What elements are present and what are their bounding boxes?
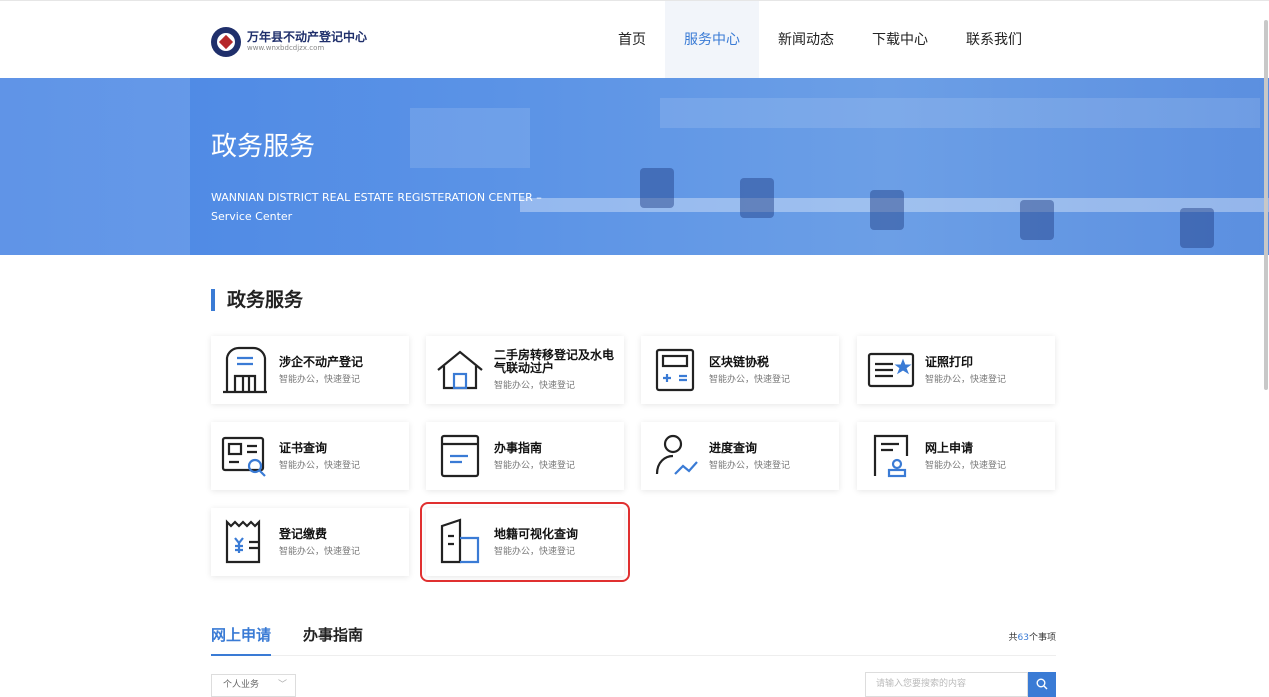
chevron-down-icon: ﹀ [277, 680, 287, 690]
progress-icon [649, 430, 701, 482]
card-desc: 智能办公，快速登记 [494, 460, 576, 471]
banner-chair-deco [1020, 200, 1054, 240]
guide-book-icon [434, 430, 486, 482]
payment-icon [219, 516, 271, 568]
logo-emblem-icon [211, 27, 241, 57]
card-desc: 智能办公，快速登记 [709, 374, 791, 385]
logo-url: www.wnxbdcdjzx.com [247, 44, 325, 52]
item-count: 共63个事项 [1009, 630, 1056, 643]
tab-online-apply[interactable]: 网上申请 [211, 624, 272, 656]
card-title: 证照打印 [925, 354, 974, 369]
service-card-payment[interactable]: 登记缴费智能办公，快速登记 [211, 508, 409, 576]
map-visual-icon [434, 516, 486, 568]
nav-contact[interactable]: 联系我们 [947, 1, 1041, 79]
service-card-cadastral-visual[interactable]: 地籍可视化查询智能办公，快速登记 [420, 502, 630, 582]
search-doc-icon [219, 430, 271, 482]
online-apply-icon [865, 430, 917, 482]
nav-news[interactable]: 新闻动态 [759, 1, 853, 79]
card-desc: 智能办公，快速登记 [494, 546, 576, 557]
banner-screen-deco [410, 108, 530, 168]
nav-download[interactable]: 下载中心 [853, 1, 947, 79]
card-desc: 智能办公，快速登记 [279, 460, 361, 471]
search-icon [1036, 678, 1048, 690]
card-desc: 智能办公，快速登记 [279, 374, 361, 385]
card-desc: 智能办公，快速登记 [925, 374, 1007, 385]
card-title: 区块链协税 [709, 354, 770, 369]
select-value: 个人业务 [223, 680, 260, 690]
banner-chair-deco [740, 178, 774, 218]
card-title: 地籍可视化查询 [494, 526, 579, 541]
card-title: 二手房转移登记及水电气联动过户 [494, 348, 615, 375]
banner-window-deco [0, 78, 190, 255]
business-type-select[interactable]: 个人业务 ﹀ [211, 674, 296, 697]
tab-guide[interactable]: 办事指南 [303, 624, 363, 645]
page-scrollbar[interactable] [1264, 20, 1268, 390]
search-input[interactable]: 请输入您要搜索的内容 [865, 672, 1028, 697]
card-title: 登记缴费 [279, 526, 328, 541]
service-card-progress[interactable]: 进度查询智能办公，快速登记 [641, 422, 839, 490]
nav-service-center[interactable]: 服务中心 [665, 1, 759, 79]
banner-chair-deco [1180, 208, 1214, 248]
calculator-icon [649, 344, 701, 396]
service-card-online-apply[interactable]: 网上申请智能办公，快速登记 [857, 422, 1055, 490]
card-desc: 智能办公，快速登记 [494, 381, 576, 391]
card-desc: 智能办公，快速登记 [709, 460, 791, 471]
count-number: 63 [1017, 633, 1029, 643]
card-title: 进度查询 [709, 440, 758, 455]
service-card-blockchain-tax[interactable]: 区块链协税智能办公，快速登记 [641, 336, 839, 404]
card-desc: 智能办公，快速登记 [925, 460, 1007, 471]
search-button[interactable] [1028, 672, 1056, 697]
service-card-certificate-print[interactable]: 证照打印智能办公，快速登记 [857, 336, 1055, 404]
building-icon [219, 344, 271, 396]
site-logo[interactable]: 万年县不动产登记中心 www.wnxbdcdjzx.com [211, 27, 367, 57]
logo-title: 万年县不动产登记中心 [247, 30, 368, 44]
top-navbar: 万年县不动产登记中心 www.wnxbdcdjzx.com 首页 服务中心 新闻… [0, 0, 1269, 79]
section-title: 政务服务 [211, 289, 303, 311]
banner-subtitle: WANNIAN DISTRICT REAL ESTATE REGISTERATI… [211, 191, 542, 223]
nav-home[interactable]: 首页 [599, 1, 665, 79]
card-desc: 智能办公，快速登记 [279, 546, 361, 557]
card-title: 网上申请 [925, 440, 974, 455]
main-nav: 首页 服务中心 新闻动态 下载中心 联系我们 [599, 1, 1041, 79]
list-tabs: 网上申请 办事指南 共63个事项 [211, 624, 1056, 656]
house-icon [434, 344, 486, 396]
count-suffix: 个事项 [1028, 633, 1056, 643]
banner-chair-deco [640, 168, 674, 208]
service-card-enterprise-registration[interactable]: 涉企不动产登记智能办公，快速登记 [211, 336, 409, 404]
hero-banner: 政务服务 WANNIAN DISTRICT REAL ESTATE REGIST… [0, 78, 1269, 255]
card-title: 办事指南 [494, 440, 543, 455]
banner-chair-deco [870, 190, 904, 230]
service-card-guide[interactable]: 办事指南智能办公，快速登记 [426, 422, 624, 490]
banner-title: 政务服务 [211, 132, 316, 162]
count-prefix: 共 [1008, 633, 1018, 643]
card-title: 证书查询 [279, 440, 328, 455]
banner-ceiling-deco [660, 98, 1260, 128]
service-card-certificate-query[interactable]: 证书查询智能办公，快速登记 [211, 422, 409, 490]
card-title: 涉企不动产登记 [279, 354, 364, 369]
service-card-second-hand-transfer[interactable]: 二手房转移登记及水电气联动过户智能办公，快速登记 [426, 336, 624, 404]
certificate-icon [865, 344, 917, 396]
